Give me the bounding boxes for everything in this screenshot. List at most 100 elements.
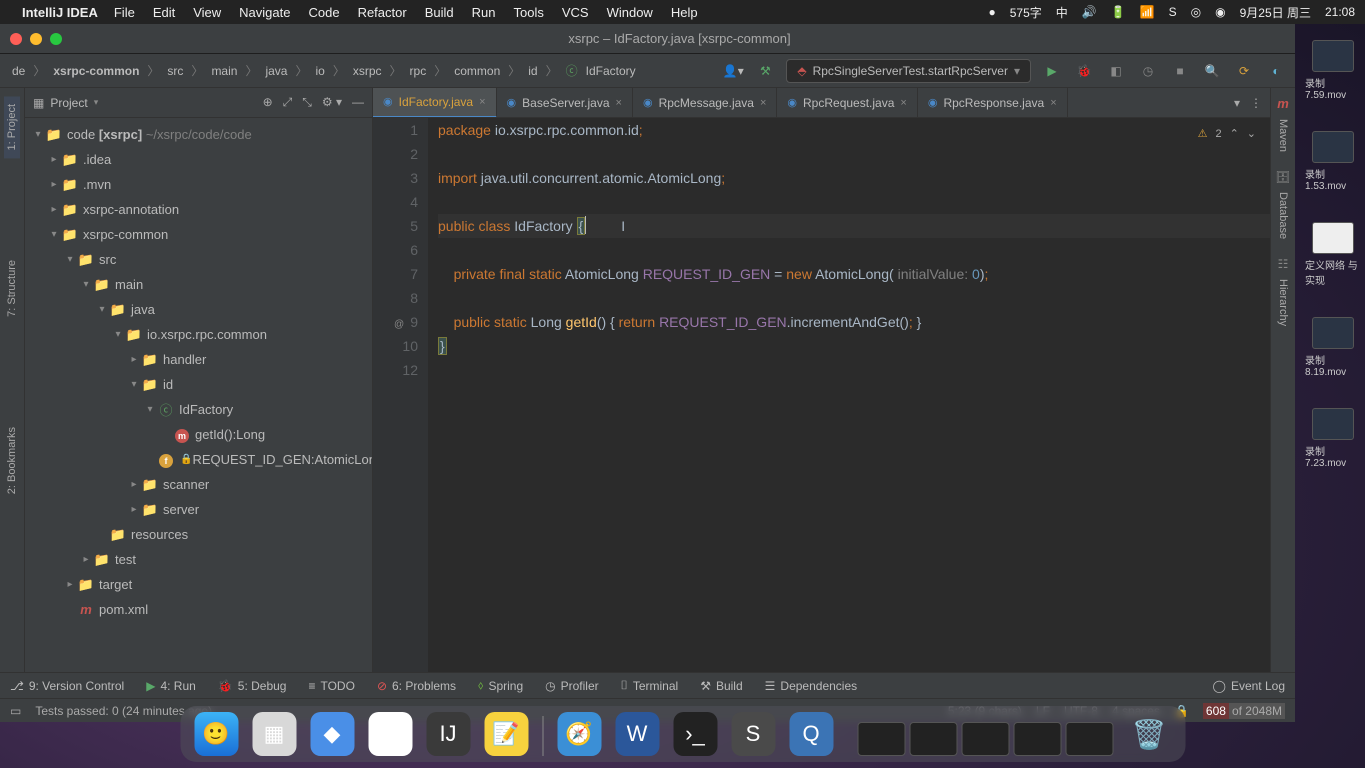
tree-row[interactable]: ▾📁io.xsrpc.rpc.common <box>25 322 372 347</box>
tab-problems[interactable]: ⊘6: Problems <box>377 679 456 693</box>
tree-row[interactable]: f🔒REQUEST_ID_GEN:AtomicLong <box>25 447 372 472</box>
select-opened-file-icon[interactable]: ⊕ <box>263 95 273 110</box>
search-icon[interactable]: 🔍 <box>1201 60 1223 82</box>
tab-terminal[interactable]: ⌷Terminal <box>621 678 679 693</box>
tab-profiler[interactable]: ◷Profiler <box>545 679 599 693</box>
editor-body[interactable]: 12345678@91012 ⚠ 2 ⌃ ⌄ package io.xsrpc.… <box>373 118 1270 672</box>
dock-launchpad[interactable]: ▦ <box>252 712 296 756</box>
menu-vcs[interactable]: VCS <box>562 5 589 20</box>
menu-tools[interactable]: Tools <box>513 5 543 20</box>
sync-icon[interactable]: ⟳ <box>1233 60 1255 82</box>
settings-icon[interactable]: ⚙ ▾ <box>322 95 342 110</box>
tree-row[interactable]: ▾📁id <box>25 372 372 397</box>
prev-highlight-icon[interactable]: ⌃ <box>1230 122 1239 146</box>
volume-icon[interactable]: 🔊 <box>1082 5 1097 19</box>
menu-run[interactable]: Run <box>472 5 496 20</box>
tree-row[interactable]: ▸📁test <box>25 547 372 572</box>
stop-button[interactable]: ■ <box>1169 60 1191 82</box>
expand-all-icon[interactable]: ⤢ <box>283 95 293 110</box>
wifi-icon[interactable]: 📶 <box>1140 5 1155 19</box>
tab-run[interactable]: ▶4: Run <box>146 679 196 693</box>
tabs-dropdown-icon[interactable]: ▾ <box>1234 96 1240 110</box>
desktop-file[interactable]: 录制 7.23.mov <box>1305 408 1361 469</box>
menu-edit[interactable]: Edit <box>153 5 175 20</box>
dock-obsidian[interactable]: ◆ <box>310 712 354 756</box>
ide-services-icon[interactable]: ◐ <box>1265 60 1287 82</box>
dock-terminal[interactable]: ›_ <box>673 712 717 756</box>
menu-code[interactable]: Code <box>308 5 339 20</box>
menu-file[interactable]: File <box>114 5 135 20</box>
profile-button[interactable]: ◷ <box>1137 60 1159 82</box>
desktop-file[interactable]: 录制 8.19.mov <box>1305 317 1361 378</box>
date[interactable]: 9月25日 周三 <box>1240 4 1311 21</box>
dock-finder[interactable]: 🙂 <box>194 712 238 756</box>
app-name[interactable]: IntelliJ IDEA <box>22 5 98 20</box>
tree-row[interactable]: ▸📁scanner <box>25 472 372 497</box>
tree-row[interactable]: mpom.xml <box>25 597 372 622</box>
tab-event-log[interactable]: ◯Event Log <box>1213 679 1285 693</box>
tree-row[interactable]: ▾📁xsrpc-common <box>25 222 372 247</box>
menu-window[interactable]: Window <box>607 5 653 20</box>
menu-navigate[interactable]: Navigate <box>239 5 290 20</box>
tree-row[interactable]: ▾📁src <box>25 247 372 272</box>
editor-tab[interactable]: ◉IdFactory.java× <box>373 88 497 118</box>
tool-tab-hierarchy[interactable]: Hierarchy <box>1275 271 1291 334</box>
tool-tab-database[interactable]: Database <box>1275 184 1291 247</box>
tree-row[interactable]: ▸📁.mvn <box>25 172 372 197</box>
s-icon[interactable]: S <box>1169 5 1177 19</box>
memory-indicator[interactable]: 608of 2048M <box>1203 703 1285 719</box>
tab-version-control[interactable]: ⎇9: Version Control <box>10 679 124 693</box>
time[interactable]: 21:08 <box>1325 5 1355 19</box>
debug-button[interactable]: 🐞 <box>1073 60 1095 82</box>
close-tab-icon[interactable]: × <box>616 97 622 109</box>
close-tab-icon[interactable]: × <box>1050 97 1056 109</box>
desktop-file[interactable]: 录制 7.59.mov <box>1305 40 1361 101</box>
dock-safari[interactable]: 🧭 <box>557 712 601 756</box>
dock-chrome[interactable]: ◉ <box>368 712 412 756</box>
project-tree[interactable]: ▾ 📁 code [xsrpc] ~/xsrpc/code/code ▸📁.id… <box>25 118 372 672</box>
close-tab-icon[interactable]: × <box>760 97 766 109</box>
collapse-all-icon[interactable]: ⤡ <box>302 95 312 110</box>
tab-build[interactable]: ⚒Build <box>700 679 742 693</box>
tree-row[interactable]: ▾ⓒIdFactory <box>25 397 372 422</box>
run-configuration[interactable]: ⬘ RpcSingleServerTest.startRpcServer ▾ <box>786 59 1031 83</box>
dock-minimized-windows[interactable] <box>857 722 1113 756</box>
tree-row[interactable]: ▾📁java <box>25 297 372 322</box>
hammer-icon[interactable]: ⚒ <box>754 60 776 82</box>
next-highlight-icon[interactable]: ⌄ <box>1247 122 1256 146</box>
run-button[interactable]: ▶ <box>1041 60 1063 82</box>
menu-view[interactable]: View <box>193 5 221 20</box>
hide-icon[interactable]: — <box>352 95 364 110</box>
dock-word[interactable]: W <box>615 712 659 756</box>
tool-tab-bookmarks[interactable]: 2: Bookmarks <box>4 419 20 502</box>
dock-trash[interactable]: 🗑️ <box>1127 712 1171 756</box>
code[interactable]: ⚠ 2 ⌃ ⌄ package io.xsrpc.rpc.common.id; … <box>428 118 1270 672</box>
desktop-file[interactable]: 录制 1.53.mov <box>1305 131 1361 192</box>
dock-quicktime[interactable]: Q <box>789 712 833 756</box>
tree-row[interactable]: ▸📁xsrpc-annotation <box>25 197 372 222</box>
tree-row[interactable]: ▸📁target <box>25 572 372 597</box>
editor-tab[interactable]: ◉RpcResponse.java× <box>918 88 1068 118</box>
tabs-more-icon[interactable]: ⋮ <box>1250 96 1262 110</box>
maximize-button[interactable] <box>50 33 62 45</box>
coverage-button[interactable]: ◧ <box>1105 60 1127 82</box>
obs-tray-icon[interactable]: ◎ <box>1191 5 1201 19</box>
close-button[interactable] <box>10 33 22 45</box>
project-view-selector[interactable]: ▦ Project ▾ <box>33 96 98 110</box>
tool-tab-structure[interactable]: 7: Structure <box>4 252 20 325</box>
dock-intellij[interactable]: IJ <box>426 712 470 756</box>
menu-help[interactable]: Help <box>671 5 698 20</box>
close-tab-icon[interactable]: × <box>479 96 485 108</box>
minimize-button[interactable] <box>30 33 42 45</box>
tree-row[interactable]: 📁resources <box>25 522 372 547</box>
tab-debug[interactable]: 🐞5: Debug <box>218 679 287 693</box>
tab-todo[interactable]: ≡TODO <box>308 679 354 693</box>
warning-icon[interactable]: ⚠ <box>1198 122 1208 146</box>
menu-build[interactable]: Build <box>425 5 454 20</box>
status-icon[interactable]: ▭ <box>10 704 21 718</box>
close-tab-icon[interactable]: × <box>900 97 906 109</box>
user-icon[interactable]: 👤▾ <box>722 60 744 82</box>
menu-refactor[interactable]: Refactor <box>358 5 407 20</box>
tree-row[interactable]: ▸📁server <box>25 497 372 522</box>
dock-sublime[interactable]: S <box>731 712 775 756</box>
